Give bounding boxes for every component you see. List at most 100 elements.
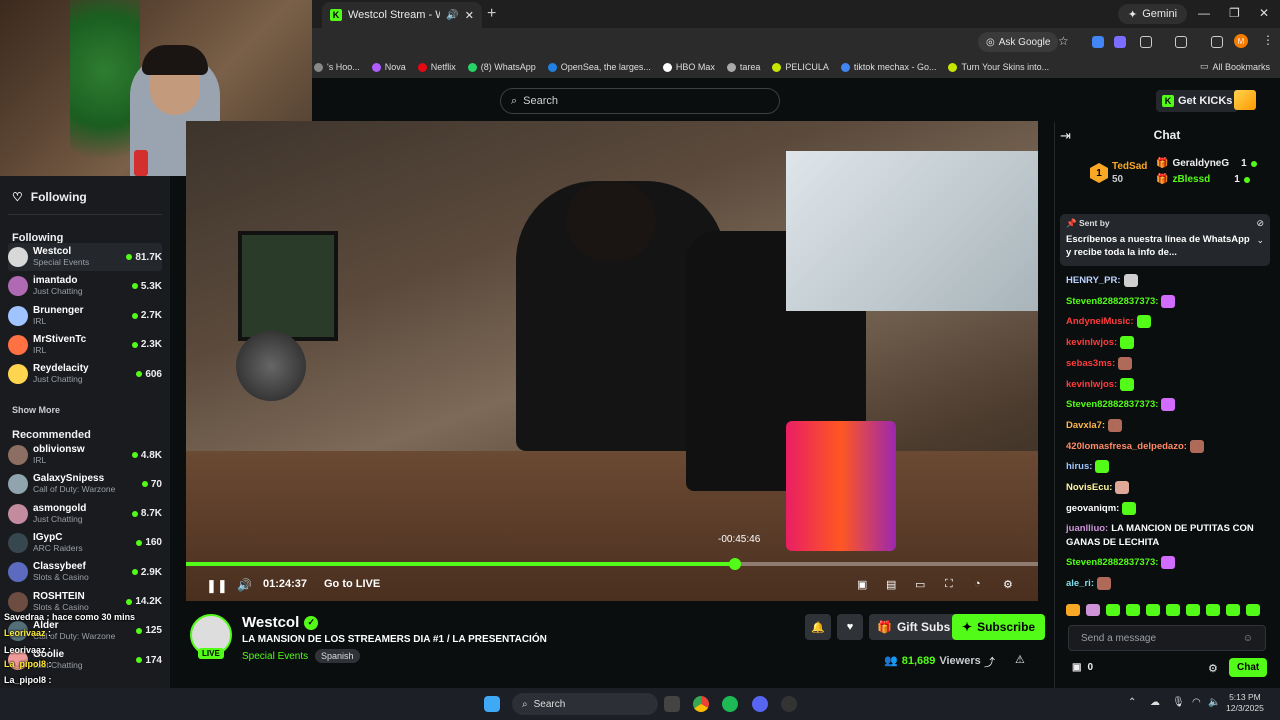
quick-emote-icon[interactable] xyxy=(1066,604,1080,616)
new-tab-button[interactable]: + xyxy=(487,5,496,23)
quick-emote-icon[interactable] xyxy=(1246,604,1260,616)
leaderboard-entry[interactable]: 🎁 GeraldyneG 1 xyxy=(1156,158,1257,169)
channel-points[interactable]: ▣ 0 xyxy=(1072,662,1093,673)
video-player[interactable] xyxy=(186,121,1038,601)
quick-emote-icon[interactable] xyxy=(1226,604,1240,616)
bookmark-item[interactable]: (8) WhatsApp xyxy=(467,62,536,72)
bookmark-item[interactable]: PELICULA xyxy=(772,62,829,72)
clip-icon[interactable]: ▤ xyxy=(886,578,896,591)
chat-username[interactable]: Davxla7: xyxy=(1066,420,1105,431)
user-avatar[interactable] xyxy=(1234,90,1256,110)
chat-message[interactable]: Steven82882837373: xyxy=(1066,398,1266,412)
search-input[interactable]: ⌕ Search xyxy=(500,88,780,114)
chat-username[interactable]: kevinlwjos: xyxy=(1066,379,1117,390)
stream-category-link[interactable]: Special Events xyxy=(242,651,308,662)
sidebar-channel-igypc[interactable]: IGypC ARC Raiders 160 xyxy=(8,529,162,557)
bookmark-item[interactable]: Nova xyxy=(371,62,406,72)
leaderboard-entry[interactable]: 🎁 zBlessd 1 xyxy=(1156,174,1250,185)
send-chat-button[interactable]: Chat xyxy=(1229,658,1268,677)
quick-emote-icon[interactable] xyxy=(1126,604,1140,616)
bookmark-star-icon[interactable]: ☆ xyxy=(1058,34,1069,48)
chat-message[interactable]: NovisEcu: xyxy=(1066,481,1266,495)
windows-start-icon[interactable] xyxy=(484,696,500,712)
taskbar-search[interactable]: ⌕ Search xyxy=(512,693,658,715)
chat-message[interactable]: ale_ri: xyxy=(1066,577,1266,591)
all-bookmarks-button[interactable]: ▭ All Bookmarks xyxy=(1200,61,1270,72)
quick-emote-icon[interactable] xyxy=(1166,604,1180,616)
pinned-message[interactable]: 📌 Sent by ⊘ Escríbenos a nuestra línea d… xyxy=(1060,214,1270,266)
expand-chevron-icon[interactable]: ⌄ xyxy=(1256,235,1264,259)
chat-message[interactable]: kevinlwjos: xyxy=(1066,377,1266,392)
tray-chevron-icon[interactable]: ⌃ xyxy=(1128,697,1136,708)
extension-icon[interactable] xyxy=(1114,36,1126,48)
chat-message[interactable]: hirus: xyxy=(1066,460,1266,474)
chat-message[interactable]: juanlliuo: LA MANCION DE PUTITAS CON GANA… xyxy=(1066,522,1266,550)
playback-speed-icon[interactable]: ◔ xyxy=(974,578,981,590)
following-header[interactable]: ♡ Following xyxy=(12,190,87,204)
minimize-icon[interactable]: — xyxy=(1198,6,1210,20)
quick-emote-icon[interactable] xyxy=(1086,604,1100,616)
miniplayer-icon[interactable]: ▣ xyxy=(857,578,867,591)
quick-emote-icon[interactable] xyxy=(1106,604,1120,616)
sidebar-channel-galaxysnipess[interactable]: GalaxySnipess Call of Duty: Warzone 70 xyxy=(8,470,162,498)
language-tag[interactable]: Spanish xyxy=(315,649,360,663)
chat-username[interactable]: Steven82882837373: xyxy=(1066,557,1158,568)
quick-emote-icon[interactable] xyxy=(1186,604,1200,616)
mic-icon[interactable]: 🎙 xyxy=(1172,697,1185,708)
gift-subs-button[interactable]: 🎁 Gift Subs xyxy=(869,614,959,640)
tab-close-icon[interactable]: ✕ xyxy=(465,9,474,22)
chat-message[interactable]: Steven82882837373: xyxy=(1066,294,1266,309)
chat-username[interactable]: hirus: xyxy=(1066,461,1092,472)
sidebar-channel-brunenger[interactable]: Brunenger IRL 2.7K xyxy=(8,302,162,330)
chat-message-input[interactable]: Send a message ☺ xyxy=(1068,625,1266,651)
chat-username[interactable]: Steven82882837373: xyxy=(1066,399,1158,410)
fullscreen-icon[interactable]: ⛶ xyxy=(945,578,953,591)
get-kicks-button[interactable]: K Get KICKs xyxy=(1156,90,1239,112)
gemini-button[interactable]: ✦ Gemini xyxy=(1118,4,1188,24)
tab-audio-icon[interactable]: 🔊 xyxy=(446,10,458,21)
chat-message[interactable]: kevinlwjos: xyxy=(1066,336,1266,350)
sidebar-channel-oblivionsw[interactable]: oblivionsw IRL 4.8K xyxy=(8,441,162,469)
share-icon[interactable]: ⤴ xyxy=(984,654,995,670)
leaderboard-top[interactable]: 1 TedSad 50 xyxy=(1090,160,1147,186)
quick-emote-icon[interactable] xyxy=(1206,604,1220,616)
pause-icon[interactable]: ❚❚ xyxy=(206,578,228,594)
notification-bell-button[interactable]: 🔔 xyxy=(805,614,831,640)
wifi-icon[interactable]: ◠ xyxy=(1192,697,1201,708)
bookmark-item[interactable]: Turn Your Skins into... xyxy=(948,62,1049,72)
go-to-live-button[interactable]: Go to LIVE xyxy=(324,578,380,590)
cast-icon[interactable] xyxy=(1211,36,1223,48)
chat-username[interactable]: kevinlwjos: xyxy=(1066,337,1117,348)
chat-message[interactable]: HENRY_PR: xyxy=(1066,274,1266,288)
chat-username[interactable]: sebas3ms: xyxy=(1066,358,1115,369)
emoji-icon[interactable]: ☺ xyxy=(1243,633,1253,644)
settings-gear-icon[interactable]: ⚙ xyxy=(1003,578,1013,591)
chat-message[interactable]: AndyneiMusic: xyxy=(1066,315,1266,329)
progress-bar[interactable] xyxy=(186,558,1038,570)
chat-message[interactable]: geovaniqm: xyxy=(1066,501,1266,516)
chat-username[interactable]: HENRY_PR: xyxy=(1066,275,1121,286)
sidebar-channel-reydelacity[interactable]: Reydelacity Just Chatting 606 xyxy=(8,360,162,388)
chat-username[interactable]: geovaniqm: xyxy=(1066,503,1119,514)
maximize-icon[interactable]: ❐ xyxy=(1229,6,1240,20)
profile-avatar[interactable]: M xyxy=(1234,34,1248,48)
chat-username[interactable]: juanlliuo: xyxy=(1066,523,1108,534)
chat-username[interactable]: AndyneiMusic: xyxy=(1066,316,1134,327)
spotify-icon[interactable] xyxy=(722,696,738,712)
sidebar-channel-mrstiventc[interactable]: MrStivenTc IRL 2.3K xyxy=(8,331,162,359)
ask-google-button[interactable]: ◎ Ask Google xyxy=(978,32,1059,52)
speaker-icon[interactable]: 🔈 xyxy=(1208,697,1220,708)
progress-handle[interactable] xyxy=(728,558,741,570)
theater-mode-icon[interactable]: ▭ xyxy=(915,578,925,591)
chat-username[interactable]: Steven82882837373: xyxy=(1066,296,1158,307)
close-window-icon[interactable]: ✕ xyxy=(1259,6,1269,20)
volume-icon[interactable]: 🔊 xyxy=(237,578,252,592)
chat-message[interactable]: Steven82882837373: xyxy=(1066,556,1266,570)
task-view-icon[interactable] xyxy=(664,696,680,712)
media-icon[interactable] xyxy=(1175,36,1187,48)
menu-kebab-icon[interactable]: ⋮ xyxy=(1262,33,1274,47)
quick-emote-icon[interactable] xyxy=(1146,604,1160,616)
taskbar-clock[interactable]: 5:13 PM 12/3/2025 xyxy=(1226,692,1264,714)
sidebar-channel-asmongold[interactable]: asmongold Just Chatting 8.7K xyxy=(8,500,162,528)
bookmark-item[interactable]: 's Hoo... xyxy=(314,62,360,72)
